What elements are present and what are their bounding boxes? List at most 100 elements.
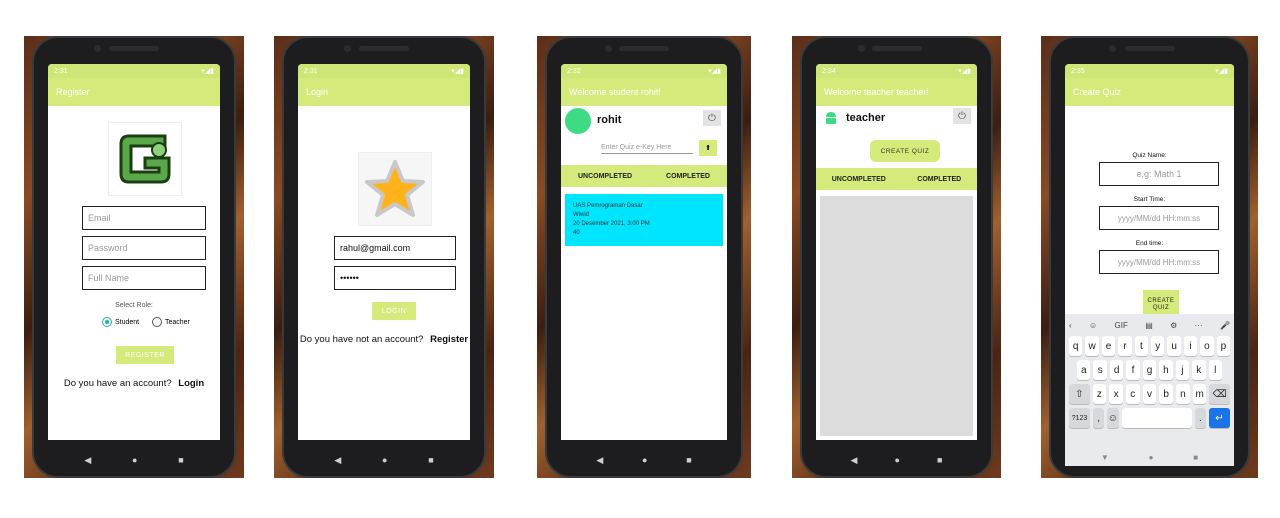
speaker-grille xyxy=(1124,46,1175,51)
tab-completed[interactable]: COMPLETED xyxy=(917,176,961,183)
enter-key[interactable]: ↵ xyxy=(1208,408,1231,428)
key-s[interactable]: s xyxy=(1093,360,1107,380)
comma-key[interactable]: , xyxy=(1093,408,1105,428)
key-b[interactable]: b xyxy=(1159,384,1174,404)
login-button[interactable]: LOGIN xyxy=(372,302,416,320)
home-icon[interactable]: ● xyxy=(1149,453,1154,462)
tab-uncompleted[interactable]: UNCOMPLETED xyxy=(832,176,886,183)
recents-icon[interactable]: ■ xyxy=(937,455,942,466)
clipboard-icon[interactable]: ▤ xyxy=(1145,321,1153,330)
status-time: 2:34 xyxy=(822,67,836,75)
backspace-key[interactable]: ⌫ xyxy=(1209,384,1231,404)
recents-icon[interactable]: ■ xyxy=(428,455,433,466)
device-frame: 2:35 ▾◢▮ Create Quiz Quiz Name: e.g: Mat… xyxy=(1049,36,1250,478)
key-q[interactable]: q xyxy=(1069,336,1083,356)
key-c[interactable]: c xyxy=(1125,384,1140,404)
signal-icon: ▾◢▮ xyxy=(201,68,214,75)
period-key[interactable]: . xyxy=(1194,408,1206,428)
key-d[interactable]: d xyxy=(1109,360,1124,380)
phone-student: 2:32 ▾◢▮ Welcome student rohit! rohit ⏻ … xyxy=(537,36,751,478)
key-k[interactable]: k xyxy=(1192,360,1206,380)
page-title: Register xyxy=(56,87,90,97)
space-key[interactable] xyxy=(1121,408,1192,428)
email-field[interactable]: Email xyxy=(82,206,206,230)
phone-create-quiz: 2:35 ▾◢▮ Create Quiz Quiz Name: e.g: Mat… xyxy=(1041,36,1258,478)
more-icon[interactable]: ··· xyxy=(1195,321,1203,330)
radio-teacher[interactable]: Teacher xyxy=(152,317,190,327)
radio-student[interactable]: Student xyxy=(102,317,139,327)
register-button[interactable]: REGISTER xyxy=(116,346,174,364)
key-v[interactable]: v xyxy=(1142,384,1157,404)
radio-student-label: Student xyxy=(115,318,140,326)
star-logo xyxy=(358,152,432,226)
settings-icon[interactable]: ⚙ xyxy=(1170,321,1177,330)
status-bar: 2:31 ▾◢▮ xyxy=(48,64,220,78)
register-link[interactable]: Register xyxy=(430,334,468,345)
back-icon[interactable]: ▼ xyxy=(1101,453,1109,462)
android-avatar xyxy=(824,110,838,131)
start-time-field[interactable]: yyyy/MM/dd HH:mm:ss xyxy=(1099,206,1219,230)
end-time-field[interactable]: yyyy/MM/dd HH:mm:ss xyxy=(1099,250,1219,274)
speaker-grille xyxy=(109,46,159,51)
key-z[interactable]: z xyxy=(1092,384,1107,404)
quiz-name-field[interactable]: e.g: Math 1 xyxy=(1099,162,1219,186)
email-field[interactable]: rahul@gmail.com xyxy=(334,236,456,260)
key-w[interactable]: w xyxy=(1085,336,1099,356)
logout-button[interactable]: ⏻ xyxy=(953,108,971,124)
quiz-name-label: Quiz Name: xyxy=(1132,152,1167,159)
key-i[interactable]: i xyxy=(1183,336,1198,356)
key-h[interactable]: h xyxy=(1159,360,1173,380)
key-y[interactable]: y xyxy=(1151,336,1165,356)
home-icon[interactable]: ● xyxy=(895,455,900,466)
avatar xyxy=(565,108,591,134)
back-icon[interactable]: ◀ xyxy=(851,455,858,466)
shift-key[interactable]: ⇧ xyxy=(1069,384,1090,404)
password-field[interactable]: Password xyxy=(82,236,206,260)
key-g[interactable]: g xyxy=(1142,360,1157,380)
tab-completed[interactable]: COMPLETED xyxy=(666,173,710,180)
key-n[interactable]: n xyxy=(1176,384,1190,404)
status-time: 2:32 xyxy=(567,67,581,75)
logout-button[interactable]: ⏻ xyxy=(703,110,721,126)
quiz-card[interactable]: UAS Pemrograman Dasar Wiwid 20 Desember … xyxy=(565,194,723,246)
key-r[interactable]: r xyxy=(1118,336,1132,356)
back-icon[interactable]: ◀ xyxy=(334,455,341,466)
home-icon[interactable]: ● xyxy=(642,455,647,466)
quiz-key-input[interactable]: Enter Quiz e-Key Here xyxy=(601,144,693,154)
back-icon[interactable]: ◀ xyxy=(596,455,603,466)
numbers-key[interactable]: ?123 xyxy=(1069,408,1091,428)
mic-icon[interactable]: 🎤 xyxy=(1220,321,1230,330)
home-icon[interactable]: ● xyxy=(132,455,137,466)
key-o[interactable]: o xyxy=(1200,336,1214,356)
recents-icon[interactable]: ■ xyxy=(1193,453,1198,462)
recents-icon[interactable]: ■ xyxy=(178,455,183,466)
sticker-icon[interactable]: ☺ xyxy=(1089,321,1097,330)
key-l[interactable]: l xyxy=(1208,360,1222,380)
emoji-key[interactable]: ☺ xyxy=(1107,408,1119,428)
gif-icon[interactable]: GIF xyxy=(1115,321,1128,330)
key-u[interactable]: u xyxy=(1167,336,1181,356)
key-x[interactable]: x xyxy=(1109,384,1123,404)
key-t[interactable]: t xyxy=(1134,336,1149,356)
back-icon[interactable]: ◀ xyxy=(84,455,91,466)
create-quiz-button[interactable]: CREATE QUIZ xyxy=(870,140,940,162)
home-icon[interactable]: ● xyxy=(382,455,387,466)
key-e[interactable]: e xyxy=(1101,336,1116,356)
key-a[interactable]: a xyxy=(1077,360,1091,380)
collapse-icon[interactable]: ‹ xyxy=(1069,321,1072,330)
tab-uncompleted[interactable]: UNCOMPLETED xyxy=(578,173,632,180)
signal-icon: ▾◢▮ xyxy=(1215,68,1228,75)
app-bar: Welcome teacher teacher! xyxy=(816,78,977,106)
register-prompt-text: Do you have not an account? xyxy=(299,334,424,345)
login-link[interactable]: Login xyxy=(178,378,204,389)
key-f[interactable]: f xyxy=(1126,360,1140,380)
password-field[interactable]: •••••• xyxy=(334,266,456,290)
key-j[interactable]: j xyxy=(1175,360,1190,380)
fullname-field[interactable]: Full Name xyxy=(82,266,206,290)
nav-bar: ◀ ● ■ xyxy=(547,455,741,466)
recents-icon[interactable]: ■ xyxy=(686,455,691,466)
key-p[interactable]: p xyxy=(1216,336,1231,356)
submit-key-button[interactable]: ⬆ xyxy=(699,140,717,156)
key-m[interactable]: m xyxy=(1192,384,1207,404)
signal-icon: ▾◢▮ xyxy=(451,68,464,75)
